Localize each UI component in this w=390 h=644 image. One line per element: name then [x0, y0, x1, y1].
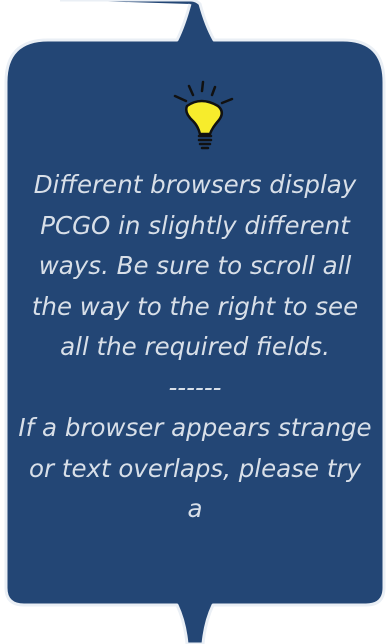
tip-divider: ------: [168, 372, 222, 402]
tip-text: Different browsers display PCGO in sligh…: [18, 165, 372, 605]
lightbulb-icon: [173, 80, 234, 150]
tip-callout: Different browsers display PCGO in sligh…: [0, 0, 390, 644]
tip-paragraph-1: Different browsers display PCGO in sligh…: [31, 170, 359, 361]
tip-paragraph-2: If a browser appears strange or text ove…: [18, 413, 372, 523]
